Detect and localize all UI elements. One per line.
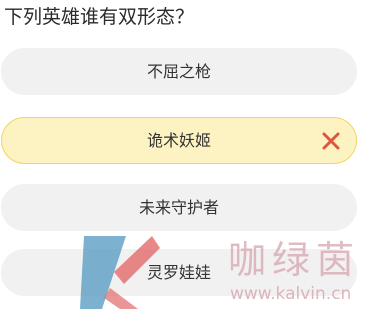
answer-option-label: 不屈之枪 <box>146 61 211 81</box>
answer-option-1[interactable]: 不屈之枪 <box>1 48 357 95</box>
close-icon <box>322 132 340 149</box>
question-title: 下列英雄谁有双形态？ <box>4 6 195 28</box>
answer-option-4[interactable]: 灵罗娃娃 <box>1 249 357 296</box>
answer-option-3[interactable]: 未来守护者 <box>1 184 357 231</box>
answer-option-2-selected-wrong[interactable]: 诡术妖姬 <box>1 117 357 164</box>
answer-option-label: 灵罗娃娃 <box>146 262 211 282</box>
answer-option-label: 诡术妖姬 <box>146 130 211 150</box>
answer-option-label: 未来守护者 <box>138 197 219 217</box>
